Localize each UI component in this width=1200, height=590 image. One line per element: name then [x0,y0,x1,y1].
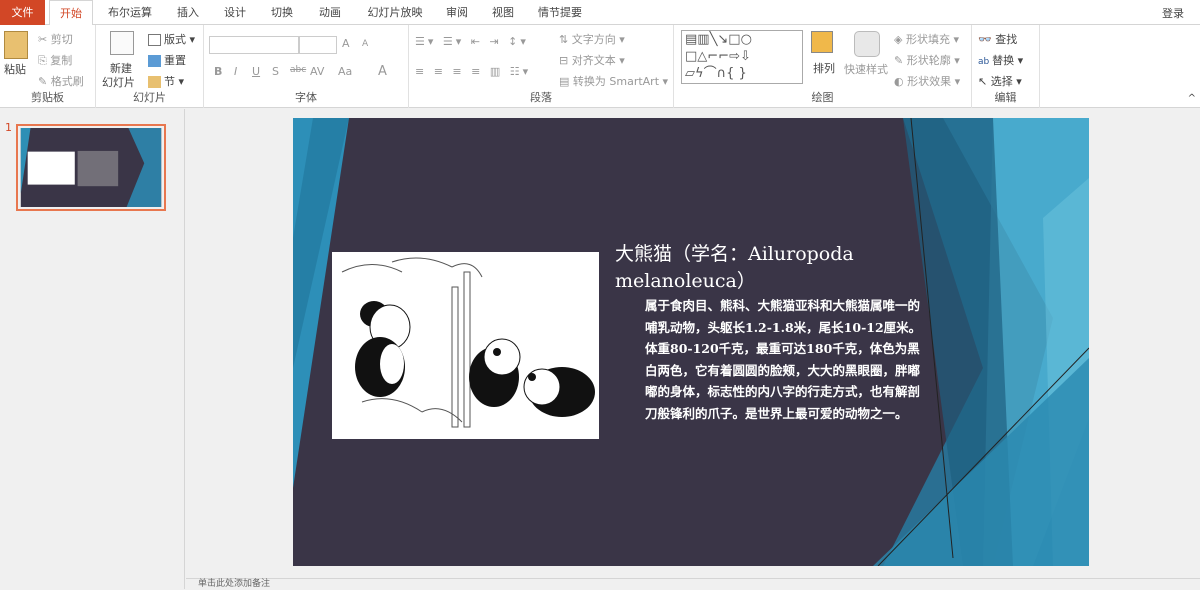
shadow-button[interactable]: S [272,65,279,78]
reset-button[interactable]: 重置 [148,52,186,68]
slide-canvas[interactable]: 大熊猫（学名：Ailuropoda melanoleuca） 属于食肉目、熊科、… [293,118,1089,566]
char-spacing-button[interactable]: AV [310,65,324,78]
select-button[interactable]: ↖ 选择 ▾ [978,73,1022,89]
shapes-gallery[interactable]: ▤▥╲↘□○□△⌐⌐⇨⇩▱ϟ⌒∩{ } [681,30,803,84]
align-text-button[interactable]: ⊟ 对齐文本 ▾ [559,52,625,68]
italic-button[interactable]: I [234,65,237,78]
tab-file[interactable]: 文件 [0,0,45,25]
new-slide-label: 幻灯片 [102,74,135,90]
slide-body-text[interactable]: 属于食肉目、熊科、大熊猫亚科和大熊猫属唯一的哺乳动物，头躯长1.2-1.8米，尾… [645,295,930,424]
font-name-select[interactable] [209,36,299,54]
scissors-icon: ✂ [38,33,51,46]
font-size-select[interactable] [299,36,337,54]
brush-icon: ✎ [38,75,51,88]
slide-number: 1 [5,121,12,134]
thumbnail-image [20,128,162,207]
tab-design[interactable]: 设计 [215,0,255,25]
list-buttons[interactable]: ☰▾ ☰▾ ⇤ ⇥ ↕▾ [415,35,529,48]
group-font: A A B I U S abc AV Aa A 字体 [204,25,409,108]
login-link[interactable]: 登录 [1162,5,1184,21]
align-buttons[interactable]: ≡ ≡ ≡ ≡ ▥ ☷▾ [415,65,531,78]
copy-button[interactable]: ⎘ 复制 [38,52,72,68]
reset-icon [148,55,161,67]
binoculars-icon: 👓 [978,33,995,46]
layout-icon [148,34,161,46]
group-label: 编辑 [972,89,1039,105]
shrink-font-button[interactable]: A [362,39,368,49]
shape-outline-button[interactable]: ✎ 形状轮廓 ▾ [894,52,960,68]
arrange-button[interactable]: 排列 [813,60,835,76]
paste-button[interactable]: 粘贴 [4,61,26,77]
ribbon-tabs: 文件 开始 布尔运算 插入 设计 切换 动画 幻灯片放映 审阅 视图 情节提要 … [0,0,1200,25]
group-label: 字体 [204,89,408,105]
section-icon [148,76,161,88]
group-clipboard: 粘贴 ✂ 剪切 ⎘ 复制 ✎ 格式刷 剪贴板 [0,25,96,108]
replace-button[interactable]: ab 替换 ▾ [978,52,1023,68]
slide-thumbnail[interactable] [16,124,166,211]
group-label: 幻灯片 [96,89,203,105]
tab-slideshow[interactable]: 幻灯片放映 [360,0,430,25]
quick-styles-button[interactable]: 快速样式 [844,61,888,77]
slide-title[interactable]: 大熊猫（学名：Ailuropoda melanoleuca） [615,241,915,295]
section-button[interactable]: 节 ▾ [148,73,184,89]
strikethrough-button[interactable]: abc [290,65,306,75]
text-direction-button[interactable]: ⇅ 文字方向 ▾ [559,31,625,47]
cursor-icon: ↖ [978,75,991,88]
panda-illustration [332,252,599,439]
group-label: 段落 [409,89,673,105]
ribbon: 粘贴 ✂ 剪切 ⎘ 复制 ✎ 格式刷 剪贴板 新建 幻灯片 版式 ▾ 重置 节 … [0,25,1200,108]
replace-icon: ab [978,57,992,67]
quick-styles-icon [854,31,880,57]
paint-bucket-icon: ◈ [894,33,906,46]
copy-icon: ⎘ [38,54,50,67]
align-text-icon: ⊟ [559,54,572,67]
tab-review[interactable]: 审阅 [437,0,477,25]
new-slide-icon [110,31,134,55]
tab-insert[interactable]: 插入 [168,0,208,25]
slide-thumbnail-pane: 1 [0,109,185,589]
text-direction-icon: ⇅ [559,33,572,46]
find-button[interactable]: 👓 查找 [978,31,1017,47]
group-drawing: ▤▥╲↘□○□△⌐⌐⇨⇩▱ϟ⌒∩{ } 排列 快速样式 ◈ 形状填充 ▾ ✎ 形… [674,25,972,108]
panda-image [332,252,599,439]
pencil-icon: ✎ [894,54,907,67]
tab-transitions[interactable]: 切换 [262,0,302,25]
group-slides: 新建 幻灯片 版式 ▾ 重置 节 ▾ 幻灯片 [96,25,204,108]
grow-font-button[interactable]: A [342,37,350,50]
collapse-ribbon-icon[interactable]: ^ [1188,93,1196,104]
notes-pane[interactable]: 单击此处添加备注 [186,578,1200,589]
paste-icon [4,31,28,59]
effects-icon: ◐ [894,75,907,88]
tab-home[interactable]: 开始 [49,0,93,26]
tab-animations[interactable]: 动画 [310,0,350,25]
tab-boolean[interactable]: 布尔运算 [100,0,160,25]
smartart-icon: ▤ [559,75,573,88]
layout-button[interactable]: 版式 ▾ [148,31,195,47]
format-painter-button[interactable]: ✎ 格式刷 [38,73,84,89]
smartart-button[interactable]: ▤ 转换为 SmartArt ▾ [559,73,668,89]
shape-fill-button[interactable]: ◈ 形状填充 ▾ [894,31,959,47]
underline-button[interactable]: U [252,65,260,78]
group-label: 剪贴板 [0,89,95,105]
font-color-button[interactable]: A [378,64,387,79]
group-label: 绘图 [674,89,971,105]
tab-storyboard[interactable]: 情节提要 [530,0,590,25]
group-paragraph: ☰▾ ☰▾ ⇤ ⇥ ↕▾ ≡ ≡ ≡ ≡ ▥ ☷▾ ⇅ 文字方向 ▾ ⊟ 对齐文… [409,25,674,108]
cut-button[interactable]: ✂ 剪切 [38,31,73,47]
tab-view[interactable]: 视图 [483,0,523,25]
bold-button[interactable]: B [214,65,222,78]
change-case-button[interactable]: Aa [338,65,352,78]
arrange-icon [811,31,833,53]
group-editing: 👓 查找 ab 替换 ▾ ↖ 选择 ▾ 编辑 [972,25,1040,108]
shape-effects-button[interactable]: ◐ 形状效果 ▾ [894,73,960,89]
